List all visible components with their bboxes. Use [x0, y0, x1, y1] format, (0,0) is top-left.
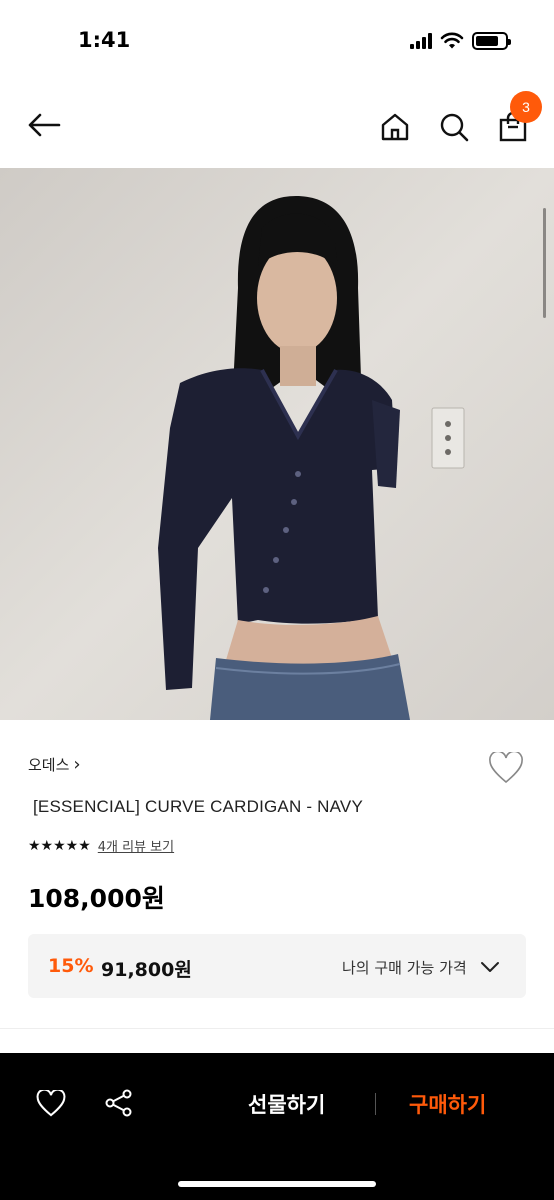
home-button[interactable]	[373, 105, 417, 149]
back-button[interactable]	[22, 103, 66, 147]
status-bar: 1:41	[0, 0, 554, 80]
review-link[interactable]: 4개 리뷰 보기	[98, 836, 174, 855]
status-icons	[410, 32, 511, 50]
discount-label: 나의 구매 가능 가격	[342, 959, 467, 977]
battery-icon	[472, 32, 511, 50]
wishlist-button[interactable]	[486, 749, 526, 787]
heart-icon	[489, 752, 523, 784]
buy-button[interactable]: 구매하기	[409, 1089, 486, 1119]
image-scroll-indicator	[543, 208, 546, 318]
product-price: 108,000원	[28, 884, 165, 913]
discount-price: 91,800원	[101, 959, 192, 981]
brand-name: 오데스	[28, 756, 70, 774]
product-title: [ESSENCIAL] CURVE CARDIGAN - NAVY	[33, 797, 363, 816]
product-image[interactable]	[0, 168, 554, 720]
star-rating-icon: ★★★★★	[28, 837, 91, 854]
chevron-right-icon: ›	[73, 754, 81, 775]
top-navigation: 3	[0, 85, 554, 167]
gift-button[interactable]: 선물하기	[248, 1089, 325, 1119]
chevron-down-icon[interactable]	[479, 956, 501, 978]
discount-percent: 15%	[48, 955, 94, 977]
discount-price-box[interactable]: 15% 91,800원 나의 구매 가능 가격	[28, 934, 526, 998]
share-button[interactable]	[99, 1083, 139, 1123]
share-icon	[105, 1089, 132, 1117]
wifi-icon	[440, 32, 464, 49]
cellular-signal-icon	[410, 33, 432, 49]
heart-icon	[36, 1089, 66, 1116]
search-button[interactable]	[432, 105, 476, 149]
search-icon	[440, 113, 469, 142]
brand-link[interactable]: 오데스 ›	[28, 754, 81, 775]
rating-row: ★★★★★ 4개 리뷰 보기	[28, 836, 174, 856]
home-icon	[381, 113, 409, 141]
product-photo	[0, 168, 554, 720]
bottom-wishlist-button[interactable]	[31, 1083, 71, 1123]
cart-count-badge: 3	[510, 91, 542, 123]
status-time: 1:41	[78, 28, 131, 52]
home-indicator	[178, 1181, 376, 1187]
bottom-action-bar: 선물하기 구매하기	[0, 1053, 554, 1200]
section-divider	[0, 1028, 554, 1029]
bottom-bar-separator	[375, 1093, 376, 1115]
arrow-left-icon	[28, 113, 61, 137]
